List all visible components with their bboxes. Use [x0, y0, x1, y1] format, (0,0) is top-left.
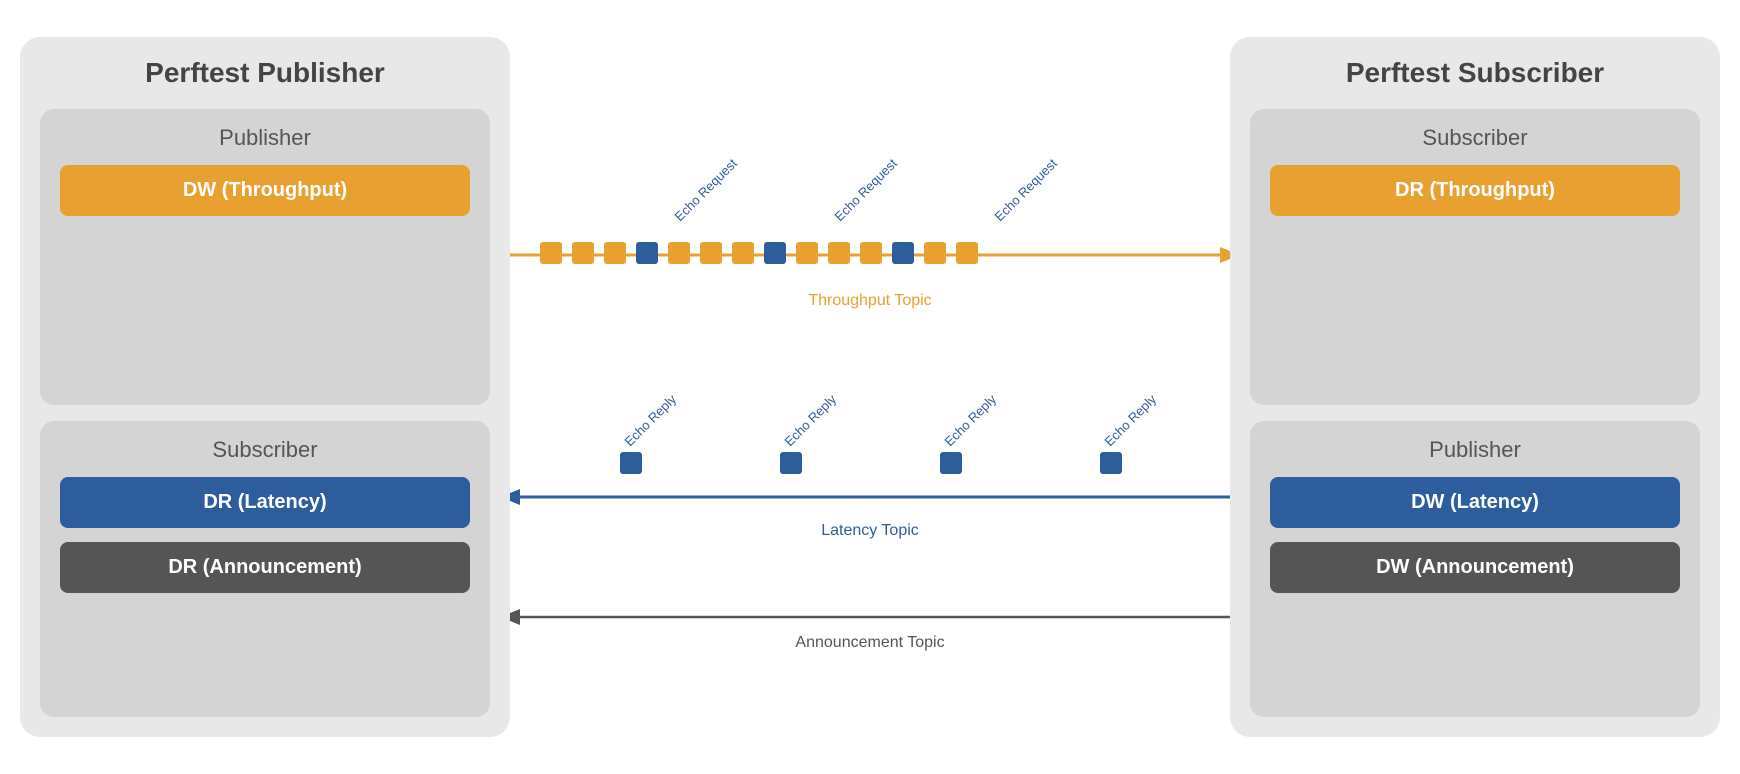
diagram-svg: Echo Request Echo Request Echo Request T…	[510, 37, 1230, 737]
subscriber-dw-latency-btn: DW (Latency)	[1270, 477, 1680, 528]
throughput-topic-label: Throughput Topic	[808, 292, 931, 309]
diagram-container: Perftest Publisher Publisher DW (Through…	[20, 17, 1720, 757]
publisher-bottom-inner-title: Subscriber	[212, 437, 317, 463]
echo-request-label-1: Echo Request	[672, 155, 741, 224]
subscriber-bottom-inner-title: Publisher	[1429, 437, 1521, 463]
echo-request-label-2: Echo Request	[832, 155, 901, 224]
subscriber-top-inner: Subscriber DR (Throughput)	[1250, 109, 1700, 405]
publisher-top-inner: Publisher DW (Throughput)	[40, 109, 490, 405]
publisher-outer-title: Perftest Publisher	[40, 57, 490, 89]
middle-area: Echo Request Echo Request Echo Request T…	[510, 37, 1230, 737]
echo-reply-label-2: Echo Reply	[782, 391, 840, 449]
echo-reply-label-3: Echo Reply	[942, 391, 1000, 449]
subscriber-dr-throughput-btn: DR (Throughput)	[1270, 165, 1680, 216]
subscriber-bottom-inner: Publisher DW (Latency) DW (Announcement)	[1250, 421, 1700, 717]
publisher-bottom-inner: Subscriber DR (Latency) DR (Announcement…	[40, 421, 490, 717]
publisher-outer-box: Perftest Publisher Publisher DW (Through…	[20, 37, 510, 737]
echo-reply-label-4: Echo Reply	[1102, 391, 1160, 449]
subscriber-dw-announcement-btn: DW (Announcement)	[1270, 542, 1680, 593]
subscriber-top-inner-title: Subscriber	[1422, 125, 1527, 151]
publisher-top-inner-title: Publisher	[219, 125, 311, 151]
echo-reply-label-1: Echo Reply	[622, 391, 680, 449]
announcement-topic-label: Announcement Topic	[795, 634, 944, 651]
subscriber-outer-title: Perftest Subscriber	[1250, 57, 1700, 89]
publisher-dr-announcement-btn: DR (Announcement)	[60, 542, 470, 593]
publisher-dr-latency-btn: DR (Latency)	[60, 477, 470, 528]
echo-request-label-3: Echo Request	[992, 155, 1061, 224]
subscriber-outer-box: Perftest Subscriber Subscriber DR (Throu…	[1230, 37, 1720, 737]
publisher-dw-throughput-btn: DW (Throughput)	[60, 165, 470, 216]
latency-topic-label: Latency Topic	[821, 522, 919, 539]
